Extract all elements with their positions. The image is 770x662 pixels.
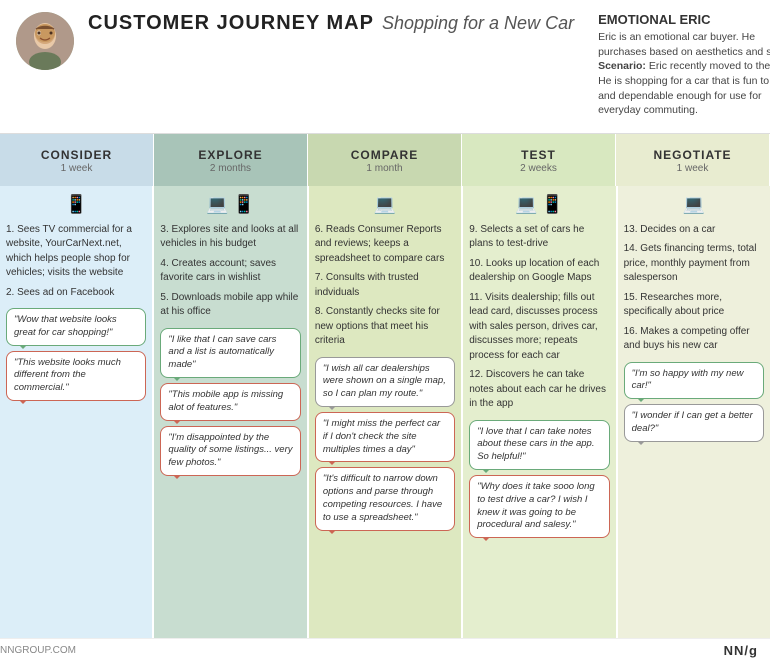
steps-negotiate: 13. Decides on a car 14. Gets financing … bbox=[624, 223, 764, 354]
col-label-consider: CONSIDER bbox=[41, 148, 112, 162]
quote-explore-2: "This mobile app is missing alot of feat… bbox=[160, 383, 300, 421]
step-test-2: 10. Looks up location of each dealership… bbox=[469, 257, 609, 286]
quote-test-0: "I love that I can take notes about thes… bbox=[469, 420, 609, 470]
icon-row-negotiate: 💻 bbox=[624, 194, 764, 215]
col-duration-consider: 1 week bbox=[61, 163, 93, 174]
col-label-test: TEST bbox=[521, 148, 556, 162]
step-compare-3: 8. Constantly checks site for new option… bbox=[315, 305, 455, 349]
quote-test-1: "Why does it take sooo long to test driv… bbox=[469, 475, 609, 538]
quote-compare-0: "I wish all car dealerships were shown o… bbox=[315, 357, 455, 407]
quote-explore-0: "I like that I can save cars and a list … bbox=[160, 328, 300, 378]
footer: NNGROUP.COM NN/g bbox=[0, 638, 770, 662]
avatar bbox=[16, 12, 74, 70]
quotes-explore: "I like that I can save cars and a list … bbox=[160, 328, 300, 477]
col-header-test: TEST 2 weeks bbox=[462, 134, 616, 186]
quote-negotiate-1: "I wonder if I can get a better deal?" bbox=[624, 404, 764, 442]
step-consider-2: 2. Sees ad on Facebook bbox=[6, 286, 146, 301]
quote-compare-2: "It's difficult to narrow down options a… bbox=[315, 467, 455, 530]
col-label-explore: EXPLORE bbox=[198, 148, 262, 162]
journey-col-negotiate: 💻 13. Decides on a car 14. Gets financin… bbox=[618, 186, 770, 639]
col-header-compare: COMPARE 1 month bbox=[308, 134, 462, 186]
quotes-negotiate: "I'm so happy with my new car!" "I wonde… bbox=[624, 362, 764, 442]
quotes-consider: "Wow that website looks great for car sh… bbox=[6, 308, 146, 401]
step-compare-1: 6. Reads Consumer Reports and reviews; k… bbox=[315, 223, 455, 267]
col-duration-compare: 1 month bbox=[366, 163, 402, 174]
journey-col-explore: 💻 📱 3. Explores site and looks at all ve… bbox=[154, 186, 308, 639]
steps-compare: 6. Reads Consumer Reports and reviews; k… bbox=[315, 223, 455, 349]
step-compare-2: 7. Consults with trusted indviduals bbox=[315, 271, 455, 300]
step-explore-2: 4. Creates account; saves favorite cars … bbox=[160, 257, 300, 286]
device-icon-explore: 💻 bbox=[206, 194, 228, 215]
persona-section: EMOTIONAL ERIC Eric is an emotional car … bbox=[598, 12, 770, 118]
step-consider-1: 1. Sees TV commercial for a website, You… bbox=[6, 223, 146, 281]
step-explore-1: 3. Explores site and looks at all vehicl… bbox=[160, 223, 300, 252]
device-icon-test: 💻 bbox=[515, 194, 537, 215]
journey-col-compare: 💻 6. Reads Consumer Reports and reviews;… bbox=[309, 186, 463, 639]
device-icon-explore2: 📱 bbox=[233, 194, 255, 215]
col-header-consider: CONSIDER 1 week bbox=[0, 134, 154, 186]
step-negotiate-1: 13. Decides on a car bbox=[624, 223, 764, 238]
persona-desc: Eric is an emotional car buyer. He purch… bbox=[598, 30, 770, 118]
steps-explore: 3. Explores site and looks at all vehicl… bbox=[160, 223, 300, 320]
device-icon-compare: 💻 bbox=[374, 194, 396, 215]
step-test-1: 9. Selects a set of cars he plans to tes… bbox=[469, 223, 609, 252]
col-duration-test: 2 weeks bbox=[520, 163, 557, 174]
col-header-explore: EXPLORE 2 months bbox=[154, 134, 308, 186]
step-negotiate-4: 16. Makes a competing offer and buys his… bbox=[624, 325, 764, 354]
footer-website: NNGROUP.COM bbox=[0, 645, 76, 656]
device-icon-test2: 📱 bbox=[541, 194, 563, 215]
footer-logo: NN/g bbox=[724, 643, 758, 658]
page-title: CUSTOMER JOURNEY MAP bbox=[88, 12, 374, 35]
icon-row-test: 💻 📱 bbox=[469, 194, 609, 215]
journey-content: 📱 1. Sees TV commercial for a website, Y… bbox=[0, 186, 770, 639]
quote-explore-1: "I'm disappointed by the quality of some… bbox=[160, 426, 300, 476]
icon-row-compare: 💻 bbox=[315, 194, 455, 215]
persona-name: EMOTIONAL ERIC bbox=[598, 12, 770, 27]
journey-col-test: 💻 📱 9. Selects a set of cars he plans to… bbox=[463, 186, 617, 639]
step-test-4: 12. Discovers he can take notes about ea… bbox=[469, 368, 609, 412]
page-wrapper: CUSTOMER JOURNEY MAP Shopping for a New … bbox=[0, 0, 770, 662]
quotes-compare: "I wish all car dealerships were shown o… bbox=[315, 357, 455, 531]
col-label-negotiate: NEGOTIATE bbox=[653, 148, 731, 162]
step-explore-3: 5. Downloads mobile app while at his off… bbox=[160, 291, 300, 320]
quote-negotiate-0: "I'm so happy with my new car!" bbox=[624, 362, 764, 400]
device-icon-consider: 📱 bbox=[65, 194, 87, 215]
steps-consider: 1. Sees TV commercial for a website, You… bbox=[6, 223, 146, 301]
col-label-compare: COMPARE bbox=[351, 148, 418, 162]
journey-col-consider: 📱 1. Sees TV commercial for a website, Y… bbox=[0, 186, 154, 639]
quote-consider-1: "This website looks much different from … bbox=[6, 351, 146, 401]
icon-row-consider: 📱 bbox=[6, 194, 146, 215]
header: CUSTOMER JOURNEY MAP Shopping for a New … bbox=[0, 0, 770, 134]
quote-compare-1: "I might miss the perfect car if I don't… bbox=[315, 412, 455, 462]
journey-column-headers: CONSIDER 1 week EXPLORE 2 months COMPARE… bbox=[0, 134, 770, 186]
quotes-test: "I love that I can take notes about thes… bbox=[469, 420, 609, 539]
icon-row-explore: 💻 📱 bbox=[160, 194, 300, 215]
step-negotiate-2: 14. Gets financing terms, total price, m… bbox=[624, 242, 764, 286]
step-negotiate-3: 15. Researches more, specifically about … bbox=[624, 291, 764, 320]
page-subtitle: Shopping for a New Car bbox=[382, 13, 574, 34]
col-duration-explore: 2 months bbox=[210, 163, 251, 174]
col-header-negotiate: NEGOTIATE 1 week bbox=[616, 134, 770, 186]
device-icon-negotiate: 💻 bbox=[683, 194, 705, 215]
quote-consider-0: "Wow that website looks great for car sh… bbox=[6, 308, 146, 346]
col-duration-negotiate: 1 week bbox=[677, 163, 709, 174]
step-test-3: 11. Visits dealership; fills out lead ca… bbox=[469, 291, 609, 364]
steps-test: 9. Selects a set of cars he plans to tes… bbox=[469, 223, 609, 412]
